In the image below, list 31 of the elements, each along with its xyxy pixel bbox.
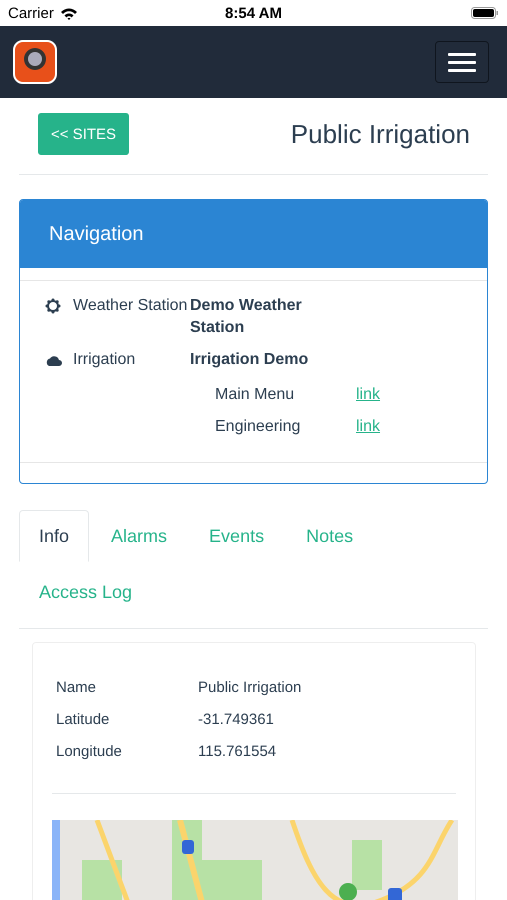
gear-icon bbox=[45, 298, 61, 314]
field-value: -31.749361 bbox=[198, 710, 275, 730]
cloud-icon bbox=[45, 354, 63, 367]
tab[interactable]: Access Log bbox=[19, 566, 152, 618]
field-label: Longitude bbox=[56, 742, 123, 762]
panel-title: Navigation bbox=[49, 222, 144, 246]
field-label: Latitude bbox=[56, 710, 110, 730]
site-type: Weather Station bbox=[73, 296, 188, 316]
field-label: Name bbox=[56, 678, 98, 698]
site-name: Irrigation Demo bbox=[190, 350, 310, 370]
tab[interactable]: Info bbox=[19, 510, 90, 562]
page-link[interactable]: link bbox=[356, 384, 396, 406]
wifi-icon bbox=[60, 6, 78, 20]
field-value: 115.761554 bbox=[198, 742, 278, 762]
link-label: Engineering bbox=[215, 417, 302, 437]
page-title: Public Irrigation bbox=[290, 118, 470, 150]
app-logo[interactable] bbox=[13, 40, 57, 84]
tab[interactable]: Alarms bbox=[91, 510, 188, 562]
site-type: Irrigation bbox=[73, 350, 136, 370]
tab[interactable]: Notes bbox=[286, 510, 374, 562]
sites-button[interactable]: << SITES bbox=[38, 113, 130, 155]
field-value: Public Irrigation bbox=[198, 678, 302, 698]
tab[interactable]: Events bbox=[189, 510, 284, 562]
link-label: Main Menu bbox=[215, 385, 296, 405]
menu-icon bbox=[448, 52, 476, 72]
battery-icon bbox=[471, 7, 499, 19]
clock-time: 8:54 AM bbox=[225, 4, 282, 22]
menu-button[interactable] bbox=[435, 41, 489, 83]
carrier-name: Carrier bbox=[8, 4, 54, 22]
page-link[interactable]: link bbox=[356, 416, 396, 438]
site-name: Demo Weather Station bbox=[190, 296, 303, 338]
